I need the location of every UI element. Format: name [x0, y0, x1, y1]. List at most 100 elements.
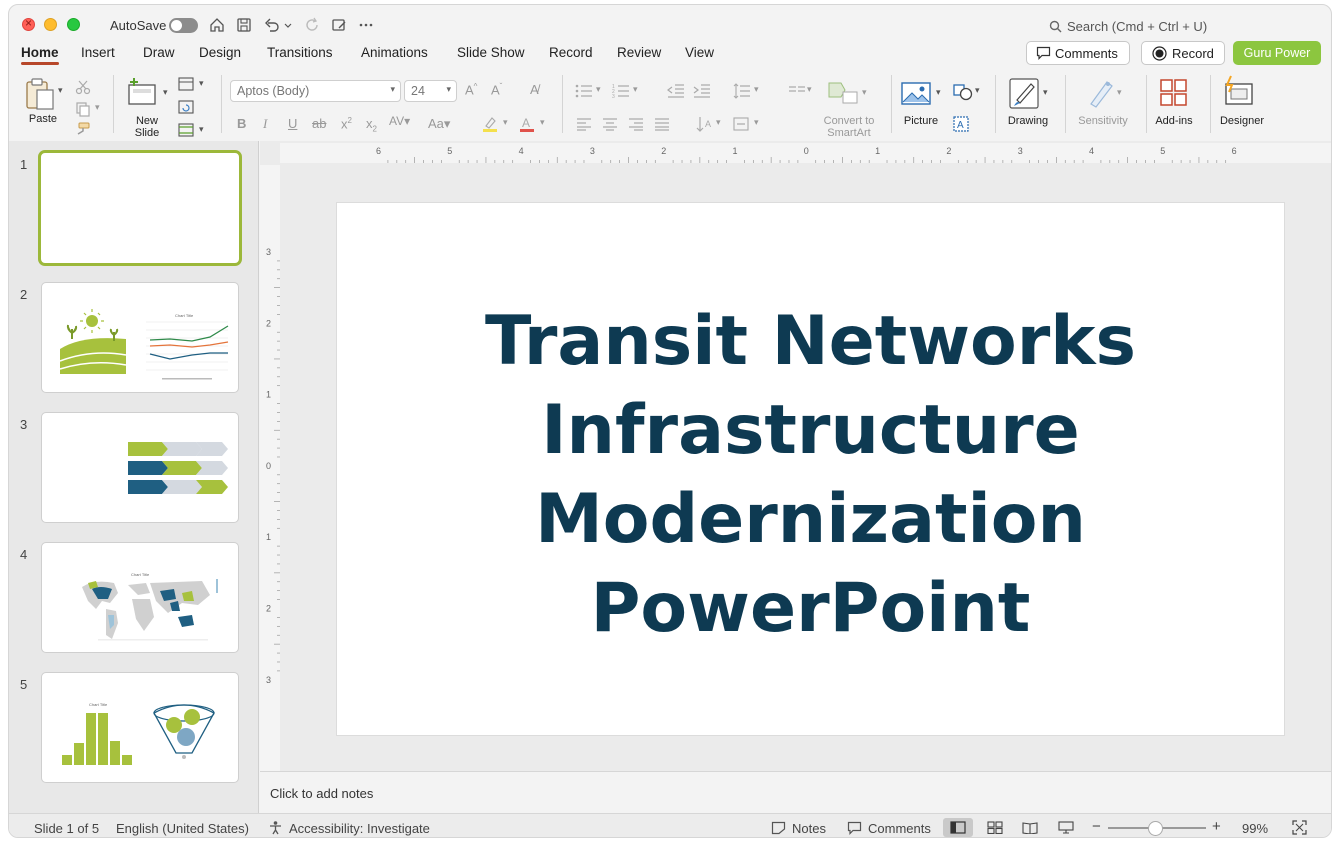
- paste-icon[interactable]: [24, 77, 56, 111]
- notes-pane[interactable]: Click to add notes: [260, 771, 1331, 813]
- decrease-font-size-icon[interactable]: Aˇ: [491, 82, 502, 97]
- font-color-dropdown-chevron-icon[interactable]: ▾: [540, 117, 545, 128]
- slide-sorter-button[interactable]: [980, 818, 1010, 837]
- slide-editor[interactable]: 6 5 4 3 2 1 0 1 2 3 4 5 6 3 2 1 0 1 2 3 Transit Networks I…: [260, 141, 1331, 771]
- underline-icon[interactable]: U: [288, 116, 297, 131]
- reset-slide-icon[interactable]: [178, 100, 194, 114]
- slide-title[interactable]: Transit Networks Infrastructure Moderniz…: [337, 297, 1284, 653]
- close-window-button[interactable]: [22, 16, 35, 31]
- normal-view-button[interactable]: [943, 818, 973, 837]
- comments-button[interactable]: Comments: [1026, 41, 1130, 65]
- clear-formatting-icon[interactable]: A̸: [530, 82, 539, 97]
- highlight-dropdown-chevron-icon[interactable]: ▾: [503, 117, 508, 128]
- picture-dropdown-chevron-icon[interactable]: ▾: [936, 87, 941, 98]
- decrease-indent-icon[interactable]: [667, 83, 685, 99]
- text-direction-icon[interactable]: A: [696, 115, 714, 133]
- bullets-icon[interactable]: [575, 83, 593, 99]
- copy-dropdown-chevron-icon[interactable]: ▾: [95, 102, 100, 113]
- zoom-slider-handle[interactable]: [1148, 821, 1163, 836]
- align-right-icon[interactable]: [628, 117, 644, 131]
- columns-dropdown-chevron-icon[interactable]: ▾: [807, 84, 812, 95]
- strikethrough-icon[interactable]: ab: [312, 116, 326, 131]
- tab-animations[interactable]: Animations: [361, 45, 428, 60]
- slide-show-button[interactable]: [1051, 818, 1081, 837]
- language-indicator[interactable]: English (United States): [116, 821, 249, 836]
- minimize-window-button[interactable]: [44, 18, 57, 31]
- shapes-dropdown-chevron-icon[interactable]: ▾: [975, 85, 980, 96]
- save-icon[interactable]: [235, 16, 253, 34]
- tab-slide-show[interactable]: Slide Show: [457, 45, 525, 60]
- font-name-select[interactable]: Aptos (Body) ▾: [230, 80, 401, 102]
- bullets-dropdown-chevron-icon[interactable]: ▾: [596, 84, 601, 95]
- zoom-in-icon[interactable]: +: [1212, 818, 1221, 835]
- tab-view[interactable]: View: [685, 45, 714, 60]
- notes-toggle[interactable]: Notes: [792, 821, 826, 836]
- tab-design[interactable]: Design: [199, 45, 241, 60]
- autosave-toggle[interactable]: [169, 18, 198, 33]
- slide-thumbnails-panel[interactable]: 1 2 Chart Title 3 4 Chart Title 5 Chart …: [9, 141, 259, 813]
- slide-thumbnail-1[interactable]: [38, 150, 242, 266]
- paste-dropdown-chevron-icon[interactable]: ▾: [58, 85, 63, 96]
- line-spacing-dropdown-chevron-icon[interactable]: ▾: [754, 84, 759, 95]
- layout-icon[interactable]: [178, 77, 194, 91]
- zoom-level[interactable]: 99%: [1242, 821, 1268, 836]
- more-options-icon[interactable]: [357, 16, 375, 34]
- numbering-dropdown-chevron-icon[interactable]: ▾: [633, 84, 638, 95]
- comments-toggle[interactable]: Comments: [868, 821, 931, 836]
- add-ins-icon[interactable]: [1159, 78, 1189, 108]
- accessibility-icon[interactable]: [268, 820, 283, 835]
- highlight-icon[interactable]: [481, 115, 499, 133]
- numbering-icon[interactable]: 123: [612, 83, 630, 99]
- align-text-dropdown-chevron-icon[interactable]: ▾: [754, 117, 759, 128]
- bold-icon[interactable]: B: [237, 116, 246, 131]
- zoom-out-icon[interactable]: −: [1092, 818, 1101, 835]
- change-case-icon[interactable]: Aa▾: [428, 116, 450, 132]
- tab-record[interactable]: Record: [549, 45, 593, 60]
- picture-icon[interactable]: [901, 81, 931, 107]
- presenter-icon[interactable]: [330, 16, 348, 34]
- format-painter-icon[interactable]: [75, 122, 91, 136]
- new-slide-dropdown-chevron-icon[interactable]: ▾: [163, 87, 168, 98]
- slide-thumbnail-2[interactable]: Chart Title: [41, 282, 239, 393]
- guru-power-button[interactable]: Guru Power: [1233, 41, 1321, 65]
- character-spacing-icon[interactable]: AV▾: [389, 114, 410, 128]
- columns-icon[interactable]: [788, 83, 806, 99]
- drawing-dropdown-chevron-icon[interactable]: ▾: [1043, 87, 1048, 98]
- superscript-icon[interactable]: x2: [341, 116, 352, 131]
- slide-thumbnail-5[interactable]: Chart Title: [41, 672, 239, 783]
- drawing-icon[interactable]: [1009, 78, 1039, 110]
- zoom-window-button[interactable]: [67, 18, 80, 31]
- font-size-select[interactable]: 24 ▾: [404, 80, 457, 102]
- designer-icon[interactable]: [1223, 75, 1255, 107]
- sensitivity-dropdown-chevron-icon[interactable]: ▾: [1117, 87, 1122, 98]
- increase-indent-icon[interactable]: [693, 83, 711, 99]
- tab-draw[interactable]: Draw: [143, 45, 175, 60]
- justify-icon[interactable]: [654, 117, 670, 131]
- undo-icon[interactable]: [263, 16, 281, 34]
- redo-icon[interactable]: [303, 16, 321, 34]
- home-icon[interactable]: [208, 16, 226, 34]
- search-field[interactable]: Search (Cmd + Ctrl + U): [1049, 19, 1207, 34]
- text-box-icon[interactable]: A: [953, 116, 969, 132]
- slide-thumbnail-3[interactable]: [41, 412, 239, 523]
- fit-to-window-icon[interactable]: [1292, 820, 1307, 835]
- line-spacing-icon[interactable]: [733, 83, 751, 99]
- subscript-icon[interactable]: x2: [366, 116, 377, 134]
- cut-icon[interactable]: [75, 79, 91, 95]
- section-icon[interactable]: [178, 123, 194, 137]
- shapes-icon[interactable]: [953, 83, 973, 101]
- increase-font-size-icon[interactable]: A^: [465, 82, 477, 97]
- tab-review[interactable]: Review: [617, 45, 661, 60]
- text-direction-dropdown-chevron-icon[interactable]: ▾: [716, 117, 721, 128]
- align-left-icon[interactable]: [576, 117, 592, 131]
- align-center-icon[interactable]: [602, 117, 618, 131]
- italic-icon[interactable]: I: [263, 116, 267, 132]
- reading-view-button[interactable]: [1015, 818, 1045, 837]
- tab-home[interactable]: Home: [21, 45, 59, 65]
- section-dropdown-chevron-icon[interactable]: ▾: [199, 124, 204, 135]
- copy-icon[interactable]: [75, 101, 91, 117]
- undo-dropdown-chevron-icon[interactable]: [283, 16, 293, 34]
- sensitivity-icon[interactable]: [1087, 78, 1115, 108]
- smartart-icon[interactable]: [827, 79, 859, 105]
- accessibility-status[interactable]: Accessibility: Investigate: [289, 821, 430, 836]
